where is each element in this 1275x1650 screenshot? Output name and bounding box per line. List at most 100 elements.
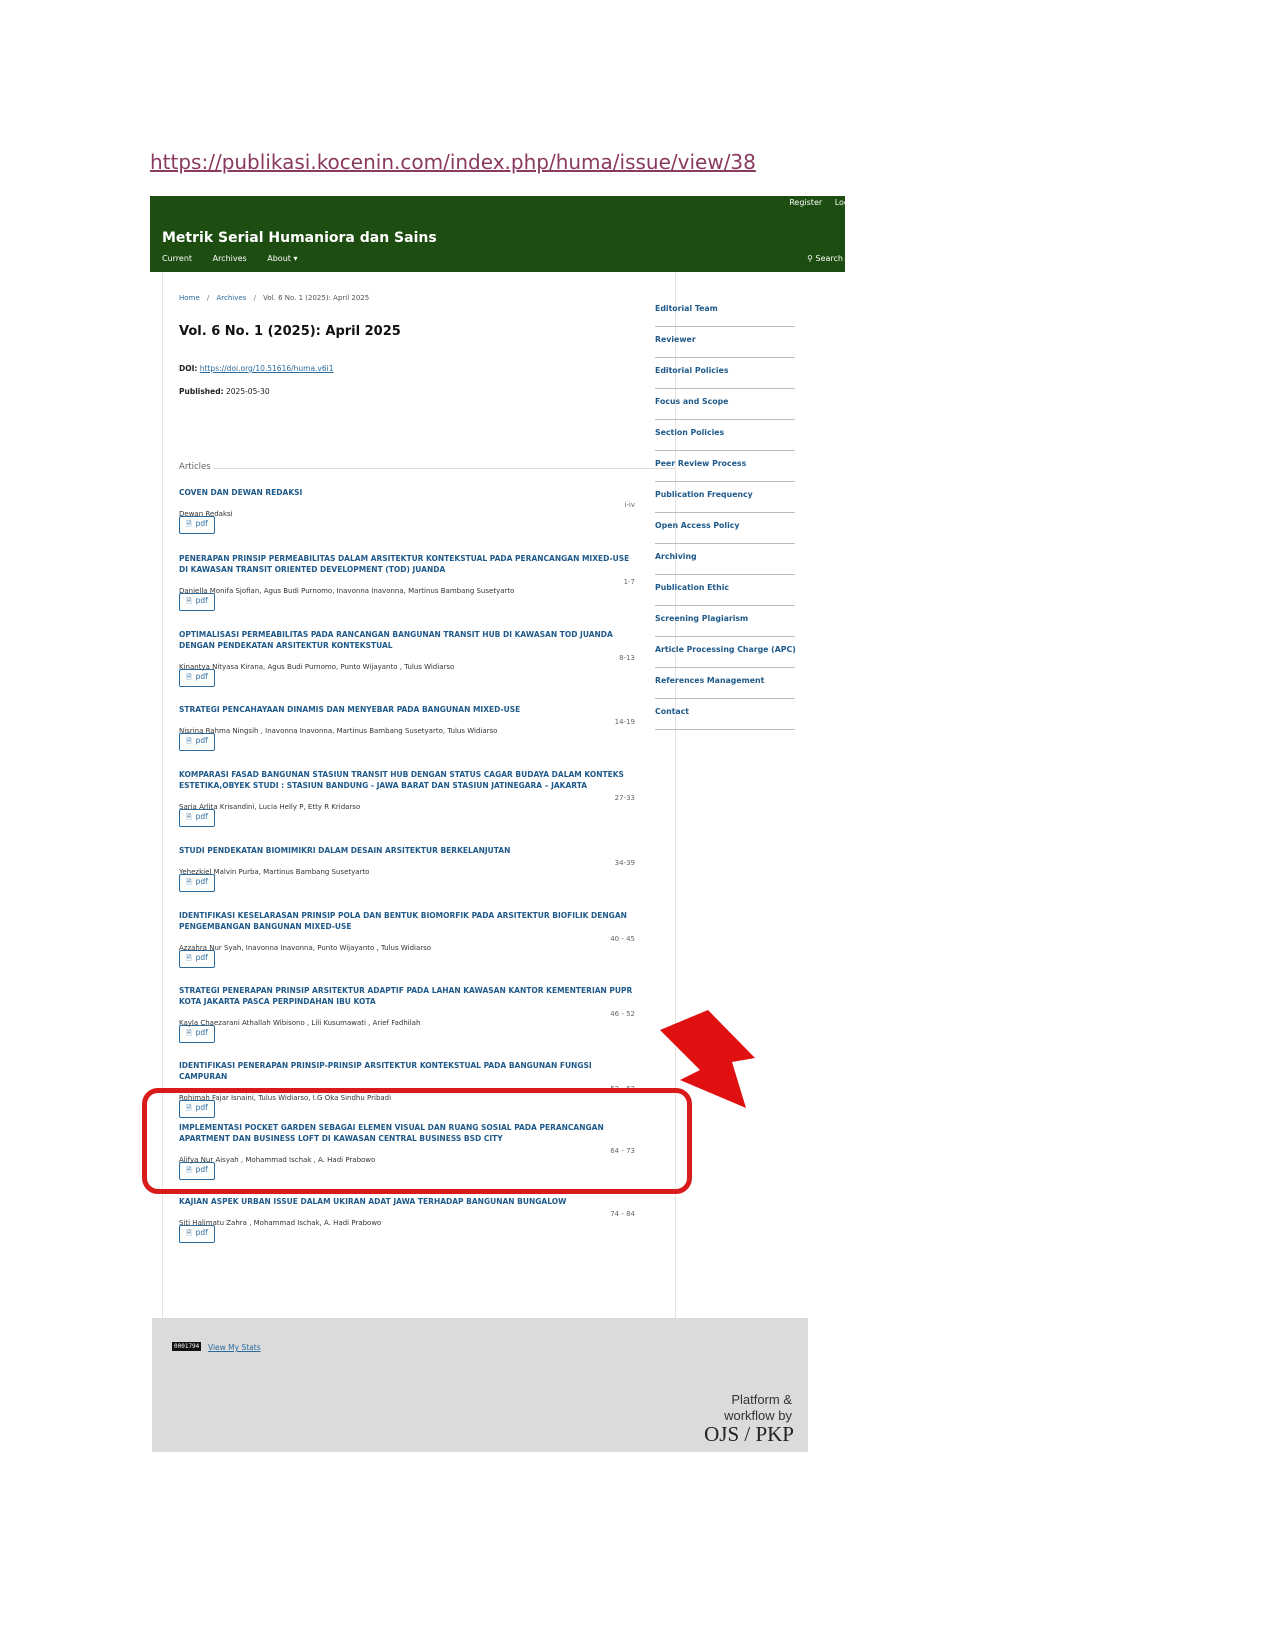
main-content: Home / Archives / Vol. 6 No. 1 (2025): A…	[162, 272, 676, 1388]
sidebar-item-contact[interactable]: Contact	[655, 699, 795, 730]
search-link[interactable]: ⚲ Search	[807, 254, 843, 263]
sidebar-item-publication-frequency[interactable]: Publication Frequency	[655, 482, 795, 513]
issue-doi: DOI: https://doi.org/10.51616/huma.v6i1	[179, 364, 334, 373]
sidebar-item-editorial-policies[interactable]: Editorial Policies	[655, 358, 795, 389]
sidebar-item-open-access[interactable]: Open Access Policy	[655, 513, 795, 544]
article-title-link[interactable]: IDENTIFIKASI PENERAPAN PRINSIP-PRINSIP A…	[179, 1060, 639, 1082]
pdf-label: pdf	[195, 736, 208, 745]
pdf-button[interactable]: 🗎 pdf	[179, 1225, 215, 1243]
sidebar-item-editorial-team[interactable]: Editorial Team	[655, 296, 795, 327]
article-title-link[interactable]: COVEN DAN DEWAN REDAKSI	[179, 487, 639, 498]
pdf-button[interactable]: 🗎 pdf	[179, 1025, 215, 1043]
section-heading: Articles	[179, 462, 211, 472]
article-title-link[interactable]: IDENTIFIKASI KESELARASAN PRINSIP POLA DA…	[179, 910, 639, 932]
sidebar-item-focus-scope[interactable]: Focus and Scope	[655, 389, 795, 420]
article-title-link[interactable]: PENERAPAN PRINSIP PERMEABILITAS DALAM AR…	[179, 553, 639, 575]
pdf-label: pdf	[195, 953, 208, 962]
register-link[interactable]: Register	[789, 198, 822, 207]
site-header: Register Log Metrik Serial Humaniora dan…	[150, 196, 845, 272]
article-item: KAJIAN ASPEK URBAN ISSUE DALAM UKIRAN AD…	[179, 1196, 639, 1243]
pdf-button[interactable]: 🗎 pdf	[179, 809, 215, 827]
section-divider	[213, 468, 675, 469]
file-pdf-icon: 🗎	[186, 813, 192, 821]
breadcrumb-current: Vol. 6 No. 1 (2025): April 2025	[263, 294, 370, 302]
sidebar-item-peer-review[interactable]: Peer Review Process	[655, 451, 795, 482]
sidebar-item-reviewer[interactable]: Reviewer	[655, 327, 795, 358]
article-title-link[interactable]: KAJIAN ASPEK URBAN ISSUE DALAM UKIRAN AD…	[179, 1196, 639, 1207]
article-item: STRATEGI PENCAHAYAAN DINAMIS DAN MENYEBA…	[179, 704, 639, 751]
article-title-link[interactable]: OPTIMALISASI PERMEABILITAS PADA RANCANGA…	[179, 629, 639, 651]
file-pdf-icon: 🗎	[186, 673, 192, 681]
pdf-label: pdf	[195, 877, 208, 886]
article-title-link[interactable]: KOMPARASI FASAD BANGUNAN STASIUN TRANSIT…	[179, 769, 639, 791]
article-pages: 8-13	[619, 654, 635, 662]
sidebar-item-archiving[interactable]: Archiving	[655, 544, 795, 575]
article-pages: 46 - 52	[610, 1010, 635, 1018]
article-pages: 14-19	[614, 718, 635, 726]
article-item: KOMPARASI FASAD BANGUNAN STASIUN TRANSIT…	[179, 769, 639, 827]
journal-screenshot: Register Log Metrik Serial Humaniora dan…	[150, 196, 850, 1534]
doi-label: DOI:	[179, 364, 198, 373]
platform-credit: Platform & workflow by	[724, 1392, 792, 1424]
article-authors: Kayla Chaezarani Athallah Wibisono , Lil…	[179, 1019, 421, 1027]
article-authors: Nisrina Rahma Ningsih , Inavonna Inavonn…	[179, 727, 498, 735]
pdf-button[interactable]: 🗎 pdf	[179, 874, 215, 892]
nav-archives[interactable]: Archives	[213, 254, 247, 263]
pdf-label: pdf	[195, 812, 208, 821]
article-item: STUDI PENDEKATAN BIOMIMIKRI DALAM DESAIN…	[179, 845, 639, 892]
article-authors: Saria Arlita Krisandini, Lucia Helly P, …	[179, 803, 361, 811]
breadcrumb-archives[interactable]: Archives	[217, 294, 247, 302]
article-authors: Siti Halimatu Zahra , Mohammad Ischak, A…	[179, 1219, 382, 1227]
page-title: Vol. 6 No. 1 (2025): April 2025	[179, 324, 401, 339]
file-pdf-icon: 🗎	[186, 737, 192, 745]
nav-current[interactable]: Current	[162, 254, 192, 263]
article-title-link[interactable]: STRATEGI PENERAPAN PRINSIP ARSITEKTUR AD…	[179, 985, 639, 1007]
sidebar-item-publication-ethic[interactable]: Publication Ethic	[655, 575, 795, 606]
search-label: Search	[815, 254, 843, 263]
article-authors: Kinantya Nityasa Kirana, Agus Budi Purno…	[179, 663, 455, 671]
red-arrow-icon	[660, 1010, 755, 1108]
site-footer: 0001794 View My Stats Platform & workflo…	[152, 1318, 808, 1452]
published-date: 2025-05-30	[226, 387, 270, 396]
pdf-label: pdf	[195, 1028, 208, 1037]
article-item: OPTIMALISASI PERMEABILITAS PADA RANCANGA…	[179, 629, 639, 687]
ojs-pkp-logo[interactable]: OJS / PKP	[704, 1422, 794, 1447]
article-title-link[interactable]: STRATEGI PENCAHAYAAN DINAMIS DAN MENYEBA…	[179, 704, 639, 715]
breadcrumb-separator: /	[206, 294, 210, 302]
issue-url-link[interactable]: https://publikasi.kocenin.com/index.php/…	[150, 150, 756, 174]
article-title-link[interactable]: STUDI PENDEKATAN BIOMIMIKRI DALAM DESAIN…	[179, 845, 639, 856]
pdf-label: pdf	[195, 519, 208, 528]
sidebar-item-screening-plagiarism[interactable]: Screening Plagiarism	[655, 606, 795, 637]
sidebar-item-apc[interactable]: Article Processing Charge (APC)	[655, 637, 796, 668]
highlight-annotation-box	[142, 1088, 692, 1194]
pdf-button[interactable]: 🗎 pdf	[179, 593, 215, 611]
file-pdf-icon: 🗎	[186, 520, 192, 528]
article-authors: Dewan Redaksi	[179, 510, 233, 518]
breadcrumb: Home / Archives / Vol. 6 No. 1 (2025): A…	[179, 294, 369, 302]
pdf-label: pdf	[195, 596, 208, 605]
pdf-label: pdf	[195, 1228, 208, 1237]
article-pages: 34-39	[614, 859, 635, 867]
sidebar-item-section-policies[interactable]: Section Policies	[655, 420, 795, 451]
file-pdf-icon: 🗎	[186, 954, 192, 962]
doi-link[interactable]: https://doi.org/10.51616/huma.v6i1	[200, 364, 334, 373]
site-title[interactable]: Metrik Serial Humaniora dan Sains	[162, 230, 437, 246]
nav-about[interactable]: About ▾	[267, 254, 297, 263]
file-pdf-icon: 🗎	[186, 878, 192, 886]
primary-nav: Current Archives About ▾	[162, 254, 315, 263]
file-pdf-icon: 🗎	[186, 1229, 192, 1237]
pdf-button[interactable]: 🗎 pdf	[179, 950, 215, 968]
article-item: PENERAPAN PRINSIP PERMEABILITAS DALAM AR…	[179, 553, 639, 611]
article-pages: 40 - 45	[610, 935, 635, 943]
pdf-button[interactable]: 🗎 pdf	[179, 733, 215, 751]
breadcrumb-home[interactable]: Home	[179, 294, 200, 302]
pdf-label: pdf	[195, 672, 208, 681]
sidebar-item-references-management[interactable]: References Management	[655, 668, 795, 699]
pdf-button[interactable]: 🗎 pdf	[179, 516, 215, 534]
pdf-button[interactable]: 🗎 pdf	[179, 669, 215, 687]
article-item: IDENTIFIKASI KESELARASAN PRINSIP POLA DA…	[179, 910, 639, 968]
view-stats-link[interactable]: View My Stats	[208, 1343, 261, 1352]
article-item: COVEN DAN DEWAN REDAKSI Dewan Redaksi i-i…	[179, 487, 639, 534]
search-icon: ⚲	[807, 254, 813, 263]
login-link[interactable]: Log	[835, 198, 845, 207]
